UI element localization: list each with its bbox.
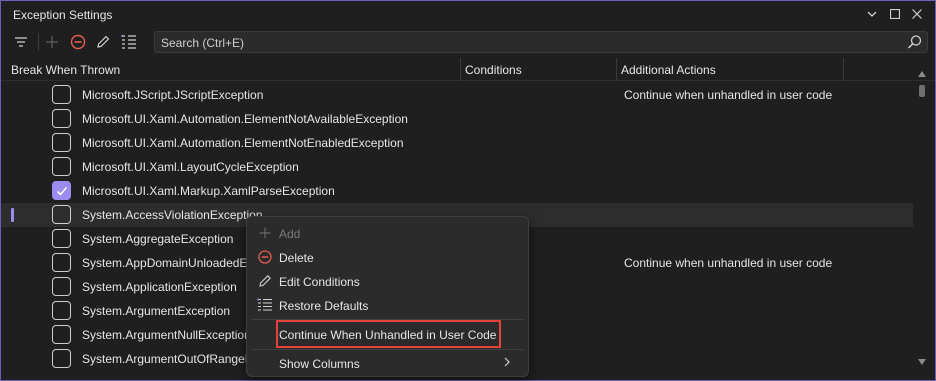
toolbar xyxy=(1,29,935,55)
scroll-down-icon[interactable] xyxy=(917,357,927,367)
close-icon[interactable] xyxy=(908,5,926,23)
column-header-conditions[interactable]: Conditions xyxy=(465,63,522,77)
toolbar-separator xyxy=(38,33,39,51)
scroll-up-icon[interactable] xyxy=(917,69,927,79)
exception-name: System.AccessViolationException xyxy=(82,208,263,222)
break-checkbox[interactable] xyxy=(52,277,71,296)
exception-settings-window: Exception Settings Search (Ctrl+E) Break… xyxy=(0,0,936,381)
title-bar: Exception Settings xyxy=(1,1,935,29)
table-row[interactable]: Microsoft.UI.Xaml.Automation.ElementNotE… xyxy=(1,131,913,155)
break-checkbox[interactable] xyxy=(52,133,71,152)
exception-name: Microsoft.UI.Xaml.Automation.ElementNotE… xyxy=(82,136,404,150)
break-checkbox[interactable] xyxy=(52,181,71,200)
column-header-break-when-thrown[interactable]: Break When Thrown xyxy=(11,63,120,77)
table-row[interactable]: Microsoft.UI.Xaml.LayoutCycleException xyxy=(1,155,913,179)
chevron-right-icon xyxy=(504,356,514,370)
column-divider[interactable] xyxy=(616,58,617,81)
additional-action: Continue when unhandled in user code xyxy=(624,256,833,270)
restore-defaults-icon xyxy=(257,297,273,313)
chevron-down-icon[interactable] xyxy=(863,5,881,23)
window-title: Exception Settings xyxy=(13,8,113,22)
vertical-scrollbar[interactable] xyxy=(915,69,929,371)
search-input[interactable] xyxy=(161,35,891,50)
table-row[interactable]: Microsoft.JScript.JScriptException Conti… xyxy=(1,83,913,107)
column-divider[interactable] xyxy=(843,58,844,81)
search-box xyxy=(154,31,928,53)
menu-item-delete[interactable]: Delete xyxy=(251,246,524,268)
highlight-annotation xyxy=(276,320,501,348)
column-divider[interactable] xyxy=(460,58,461,81)
exception-name: Microsoft.UI.Xaml.Automation.ElementNotA… xyxy=(82,112,408,126)
column-header-additional-actions[interactable]: Additional Actions xyxy=(621,63,716,77)
search-icon[interactable] xyxy=(907,34,923,50)
delete-icon xyxy=(257,249,273,265)
checkmark-icon xyxy=(56,186,68,196)
exception-name: System.ArgumentNullException xyxy=(82,328,251,342)
break-checkbox[interactable] xyxy=(52,229,71,248)
menu-item-restore-defaults[interactable]: Restore Defaults xyxy=(251,294,524,316)
exception-name: Microsoft.JScript.JScriptException xyxy=(82,88,264,102)
delete-icon[interactable] xyxy=(68,32,88,52)
menu-separator xyxy=(251,349,524,350)
menu-item-label: Show Columns xyxy=(279,357,360,371)
menu-item-edit-conditions[interactable]: Edit Conditions xyxy=(251,270,524,292)
break-checkbox[interactable] xyxy=(52,109,71,128)
break-checkbox[interactable] xyxy=(52,301,71,320)
break-checkbox[interactable] xyxy=(52,253,71,272)
menu-item-add[interactable]: Add xyxy=(251,222,524,244)
additional-action: Continue when unhandled in user code xyxy=(624,88,833,102)
column-headers: Break When Thrown Conditions Additional … xyxy=(1,58,935,81)
break-checkbox[interactable] xyxy=(52,157,71,176)
add-icon xyxy=(257,225,273,241)
edit-icon[interactable] xyxy=(93,32,113,52)
filter-icon[interactable] xyxy=(11,32,31,52)
break-checkbox[interactable] xyxy=(52,205,71,224)
scroll-thumb[interactable] xyxy=(919,85,925,97)
break-checkbox[interactable] xyxy=(52,349,71,368)
table-row[interactable]: Microsoft.UI.Xaml.Automation.ElementNotA… xyxy=(1,107,913,131)
menu-item-show-columns[interactable]: Show Columns xyxy=(251,352,524,374)
break-checkbox[interactable] xyxy=(52,85,71,104)
selection-indicator xyxy=(11,208,14,222)
context-menu: Add Delete Edit Conditions Restore Defau… xyxy=(246,216,529,377)
maximize-icon[interactable] xyxy=(886,5,904,23)
exception-name: System.ArgumentException xyxy=(82,304,231,318)
menu-item-label: Delete xyxy=(279,251,314,265)
edit-icon xyxy=(257,273,273,289)
menu-item-label: Edit Conditions xyxy=(279,275,360,289)
table-row[interactable]: Microsoft.UI.Xaml.Markup.XamlParseExcept… xyxy=(1,179,913,203)
exception-name: Microsoft.UI.Xaml.LayoutCycleException xyxy=(82,160,299,174)
exception-name: Microsoft.UI.Xaml.Markup.XamlParseExcept… xyxy=(82,184,335,198)
exception-name: System.AggregateException xyxy=(82,232,234,246)
menu-item-label: Add xyxy=(279,227,301,241)
exception-name: System.ApplicationException xyxy=(82,280,237,294)
break-checkbox[interactable] xyxy=(52,325,71,344)
menu-item-label: Restore Defaults xyxy=(279,299,369,313)
restore-defaults-icon[interactable] xyxy=(119,32,139,52)
add-icon[interactable] xyxy=(42,32,62,52)
